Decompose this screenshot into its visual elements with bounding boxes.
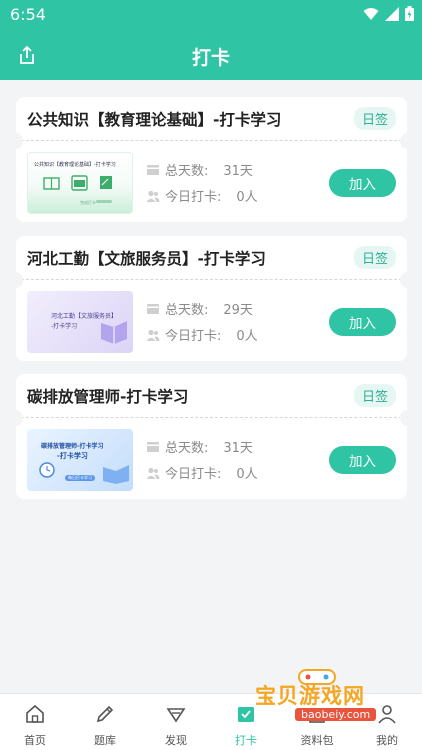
tab-label: 首页 [24, 734, 46, 747]
thumb-extra: 每日打卡学习 [65, 475, 95, 481]
tab-home[interactable]: 首页 [0, 694, 70, 750]
signal-icon [385, 6, 399, 21]
total-days: 总天数: 31天 [146, 437, 253, 456]
status-bar: 6:54 [0, 0, 422, 30]
wifi-icon [363, 7, 379, 20]
calendar-icon [147, 441, 159, 452]
checkin-card[interactable]: 河北工勤【文旅服务员】-打卡学习 日签 河北工勤【文旅服务员】 -打卡学习 总天… [9, 236, 414, 361]
watermark-url: baobeiy.com [295, 708, 377, 721]
card-notch-right [400, 410, 414, 426]
people-icon [146, 329, 160, 341]
thumb-title: 公共知识【教育理论基础】-打卡学习 [34, 162, 116, 168]
today-checkins-value: 0人 [236, 190, 258, 205]
status-icons [363, 6, 414, 21]
checkin-card[interactable]: 公共知识【教育理论基础】-打卡学习 日签 公共知识【教育理论基础】-打卡学习 完… [9, 97, 414, 222]
today-checkins: 今日打卡: 0人 [146, 325, 258, 344]
watermark-text: 宝贝游戏网 [255, 684, 365, 708]
tab-label: 发现 [165, 734, 187, 747]
card-notch-left [9, 410, 23, 426]
tab-label: 题库 [94, 734, 116, 747]
today-checkins-value: 0人 [236, 467, 258, 482]
battery-icon [405, 6, 414, 21]
thumb-subtitle: -打卡学习 [51, 323, 78, 330]
thumb-book-illustration [103, 465, 129, 484]
card-header: 河北工勤【文旅服务员】-打卡学习 日签 [16, 236, 407, 280]
checkin-card[interactable]: 碳排放管理师-打卡学习 日签 碳排放管理师-打卡学习 -打卡学习 每日打卡学习 … [9, 374, 414, 499]
daily-sign-badge[interactable]: 日签 [353, 384, 396, 407]
total-days: 总天数: 31天 [146, 160, 253, 179]
tab-discover[interactable]: 发现 [141, 694, 211, 750]
today-checkins: 今日打卡: 0人 [146, 186, 258, 205]
tab-question-bank[interactable]: 题库 [70, 694, 140, 750]
total-days-value: 29天 [223, 303, 253, 318]
today-checkins-value: 0人 [236, 329, 258, 344]
thumb-title: 碳排放管理师-打卡学习 [41, 443, 104, 450]
card-notch-left [9, 272, 23, 288]
card-title: 碳排放管理师-打卡学习 [27, 388, 189, 406]
card-title: 公共知识【教育理论基础】-打卡学习 [27, 111, 282, 129]
total-days: 总天数: 29天 [146, 299, 253, 318]
card-thumbnail: 碳排放管理师-打卡学习 -打卡学习 每日打卡学习 [27, 429, 133, 491]
join-button[interactable]: 加入 [329, 446, 396, 474]
pencil-icon [96, 705, 114, 723]
status-time: 6:54 [10, 5, 46, 24]
thumb-clock-illustration [39, 462, 55, 478]
card-thumbnail: 河北工勤【文旅服务员】 -打卡学习 [27, 291, 133, 353]
card-title: 河北工勤【文旅服务员】-打卡学习 [27, 250, 266, 268]
total-days-value: 31天 [223, 164, 253, 179]
total-days-value: 31天 [223, 441, 253, 456]
card-notch-right [400, 272, 414, 288]
card-header: 碳排放管理师-打卡学习 日签 [16, 374, 407, 418]
discover-icon [166, 708, 186, 723]
thumb-book-illustration [101, 321, 127, 344]
card-notch-left [9, 133, 23, 149]
total-days-label: 总天数: [165, 303, 209, 318]
home-icon [26, 704, 44, 723]
today-checkins: 今日打卡: 0人 [146, 463, 258, 482]
card-notch-right [400, 133, 414, 149]
thumb-subtitle: -打卡学习 [57, 452, 88, 460]
people-icon [146, 467, 160, 479]
daily-sign-badge[interactable]: 日签 [353, 107, 396, 130]
total-days-label: 总天数: [165, 441, 209, 456]
card-thumbnail: 公共知识【教育理论基础】-打卡学习 完成打卡 [27, 152, 133, 214]
site-watermark: 宝贝游戏网 baobeiy.com [235, 666, 415, 736]
join-button[interactable]: 加入 [329, 308, 396, 336]
people-icon [146, 190, 160, 202]
today-checkins-label: 今日打卡: [165, 190, 222, 205]
today-checkins-label: 今日打卡: [165, 467, 222, 482]
card-header: 公共知识【教育理论基础】-打卡学习 日签 [16, 97, 407, 141]
today-checkins-label: 今日打卡: [165, 329, 222, 344]
thumb-extra: 完成打卡 [80, 200, 96, 205]
page-title: 打卡 [191, 47, 230, 69]
app-bar: 打卡 [0, 30, 422, 80]
calendar-icon [147, 164, 159, 175]
calendar-icon [147, 303, 159, 314]
daily-sign-badge[interactable]: 日签 [353, 246, 396, 269]
join-button[interactable]: 加入 [329, 169, 396, 197]
total-days-label: 总天数: [165, 164, 209, 179]
